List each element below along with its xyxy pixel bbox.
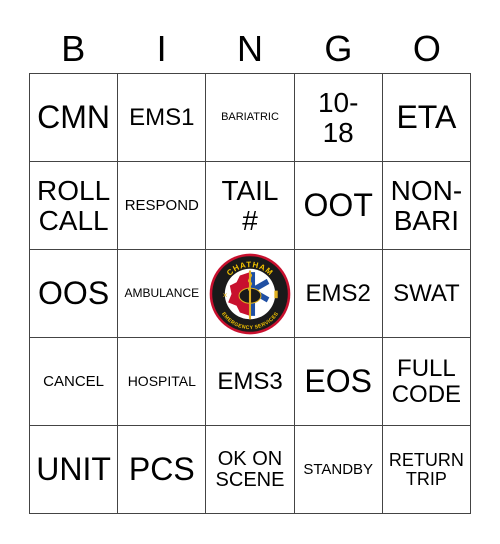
cell-text: RESPOND bbox=[124, 196, 199, 214]
hydrant-icon bbox=[274, 290, 278, 298]
cell-text: EMS3 bbox=[217, 367, 283, 395]
bingo-cell[interactable]: ETA bbox=[382, 74, 471, 162]
tools-icon: ✕ bbox=[222, 292, 228, 299]
header-letter-n: N bbox=[237, 28, 264, 69]
cell-text: SWAT bbox=[393, 279, 460, 307]
bingo-cell[interactable]: ROLL CALL bbox=[30, 162, 119, 250]
cell-text: OK ON SCENE bbox=[215, 447, 285, 491]
cell-text: RETURN TRIP bbox=[388, 449, 464, 489]
cell-text: AMBULANCE bbox=[124, 286, 200, 301]
cell-line: OK ON bbox=[217, 447, 283, 470]
cell-line: SCENE bbox=[215, 468, 285, 491]
cell-text: NON- BARI bbox=[391, 176, 463, 235]
bingo-cell[interactable]: AMBULANCE bbox=[118, 250, 207, 338]
cell-text: OOS bbox=[38, 274, 110, 311]
cell-text: 10- 18 bbox=[318, 88, 358, 147]
bingo-cell[interactable]: TAIL # bbox=[206, 162, 295, 250]
bingo-cell[interactable]: FULL CODE bbox=[382, 338, 471, 426]
bingo-cell[interactable]: NON- BARI bbox=[382, 162, 471, 250]
bingo-cell[interactable]: SWAT bbox=[382, 250, 471, 338]
bingo-cell[interactable]: HOSPITAL bbox=[118, 338, 207, 426]
cell-line: RETURN bbox=[388, 449, 464, 470]
bingo-cell[interactable]: EOS bbox=[294, 338, 383, 426]
free-space-cell[interactable]: ✕ CHATHAM EMERGENCY SERVICES bbox=[206, 250, 295, 338]
cell-line: FULL bbox=[397, 355, 456, 383]
cell-line: TAIL bbox=[221, 175, 279, 207]
cell-line: CALL bbox=[38, 204, 109, 236]
cell-text: PCS bbox=[128, 450, 195, 487]
bingo-grid: CMN EMS1 BARIATRIC 10- 18 ETA ROLL CALL RE… bbox=[29, 73, 471, 514]
cell-text: EMS1 bbox=[129, 103, 195, 131]
cell-line: NON- bbox=[390, 175, 463, 207]
cell-line: 18 bbox=[322, 116, 354, 148]
bingo-cell[interactable]: OK ON SCENE bbox=[206, 426, 295, 514]
bingo-cell[interactable]: RETURN TRIP bbox=[382, 426, 471, 514]
bingo-cell[interactable]: UNIT bbox=[30, 426, 119, 514]
bingo-cell[interactable]: BARIATRIC bbox=[206, 74, 295, 162]
bingo-cell[interactable]: RESPOND bbox=[118, 162, 207, 250]
bingo-cell[interactable]: OOS bbox=[30, 250, 119, 338]
cell-text: EMS2 bbox=[305, 279, 371, 307]
cell-text: EOS bbox=[304, 362, 372, 399]
bingo-cell[interactable]: CANCEL bbox=[30, 338, 119, 426]
bingo-cell[interactable]: EMS2 bbox=[294, 250, 383, 338]
cell-text: OOT bbox=[303, 186, 373, 223]
cell-text: HOSPITAL bbox=[127, 373, 196, 390]
bingo-cell[interactable]: OOT bbox=[294, 162, 383, 250]
header-letter-i: I bbox=[156, 28, 167, 69]
bingo-header: B I N G O bbox=[29, 26, 471, 72]
cell-text: FULL CODE bbox=[392, 356, 461, 406]
cell-text: BARIATRIC bbox=[221, 110, 279, 123]
bingo-cell[interactable]: 10- 18 bbox=[294, 74, 383, 162]
cell-line: # bbox=[242, 204, 258, 236]
cell-text: STANDBY bbox=[303, 460, 374, 478]
cell-line: CODE bbox=[391, 380, 462, 408]
cell-text: TAIL # bbox=[221, 176, 278, 235]
bingo-cell[interactable]: EMS3 bbox=[206, 338, 295, 426]
bingo-cell[interactable]: STANDBY bbox=[294, 426, 383, 514]
chatham-emergency-services-logo: ✕ CHATHAM EMERGENCY SERVICES bbox=[209, 253, 291, 334]
cell-text: CANCEL bbox=[43, 372, 105, 390]
bingo-cell[interactable]: EMS1 bbox=[118, 74, 207, 162]
cell-line: 10- bbox=[317, 87, 359, 119]
header-letter-o: O bbox=[412, 28, 441, 69]
header-letter-g: G bbox=[324, 28, 353, 69]
cell-line: BARI bbox=[393, 204, 460, 236]
header-letter-b: B bbox=[61, 28, 86, 69]
bingo-cell[interactable]: CMN bbox=[30, 74, 119, 162]
cell-text: ETA bbox=[396, 98, 457, 135]
cell-text: CMN bbox=[37, 98, 111, 135]
cell-text: UNIT bbox=[36, 450, 111, 487]
cell-line: ROLL bbox=[37, 175, 111, 207]
cell-line: TRIP bbox=[405, 468, 447, 489]
bingo-cell[interactable]: PCS bbox=[118, 426, 207, 514]
cell-text: ROLL CALL bbox=[37, 176, 110, 235]
